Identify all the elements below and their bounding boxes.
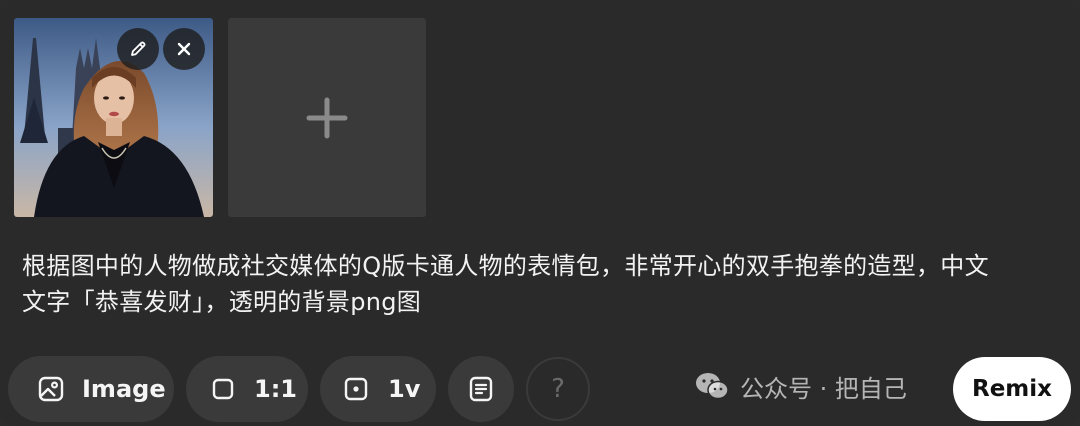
- plus-icon: [306, 97, 348, 138]
- help-button[interactable]: ?: [526, 357, 590, 421]
- close-icon: [177, 42, 191, 56]
- image-icon: [38, 376, 64, 402]
- reference-image-thumbnail[interactable]: [14, 18, 213, 217]
- remix-button[interactable]: Remix: [953, 357, 1071, 421]
- aspect-ratio-label: 1:1: [254, 375, 297, 403]
- image-button-label: Image: [82, 375, 166, 403]
- remove-image-button[interactable]: [163, 28, 205, 70]
- version-button[interactable]: 1v: [320, 356, 436, 422]
- wechat-icon: [696, 373, 729, 400]
- prompt-text[interactable]: 根据图中的人物做成社交媒体的Q版卡通人物的表情包，非常开心的双手抱拳的造型，中文…: [22, 248, 1052, 320]
- dot-square-icon: [344, 377, 368, 401]
- preset-button[interactable]: [448, 356, 514, 422]
- watermark: 公众号 · 把自己: [694, 366, 907, 406]
- preset-list-icon: [469, 376, 493, 402]
- edit-image-button[interactable]: [117, 28, 159, 70]
- prompt-composer: 根据图中的人物做成社交媒体的Q版卡通人物的表情包，非常开心的双手抱拳的造型，中文…: [0, 0, 1080, 426]
- help-label: ?: [551, 374, 565, 404]
- pencil-icon: [131, 41, 146, 56]
- watermark-text: 公众号 · 把自己: [740, 374, 907, 403]
- version-label: 1v: [388, 375, 421, 403]
- square-icon: [212, 378, 234, 400]
- add-image-button[interactable]: [228, 18, 426, 217]
- image-button[interactable]: Image: [8, 356, 174, 422]
- aspect-ratio-button[interactable]: 1:1: [186, 356, 308, 422]
